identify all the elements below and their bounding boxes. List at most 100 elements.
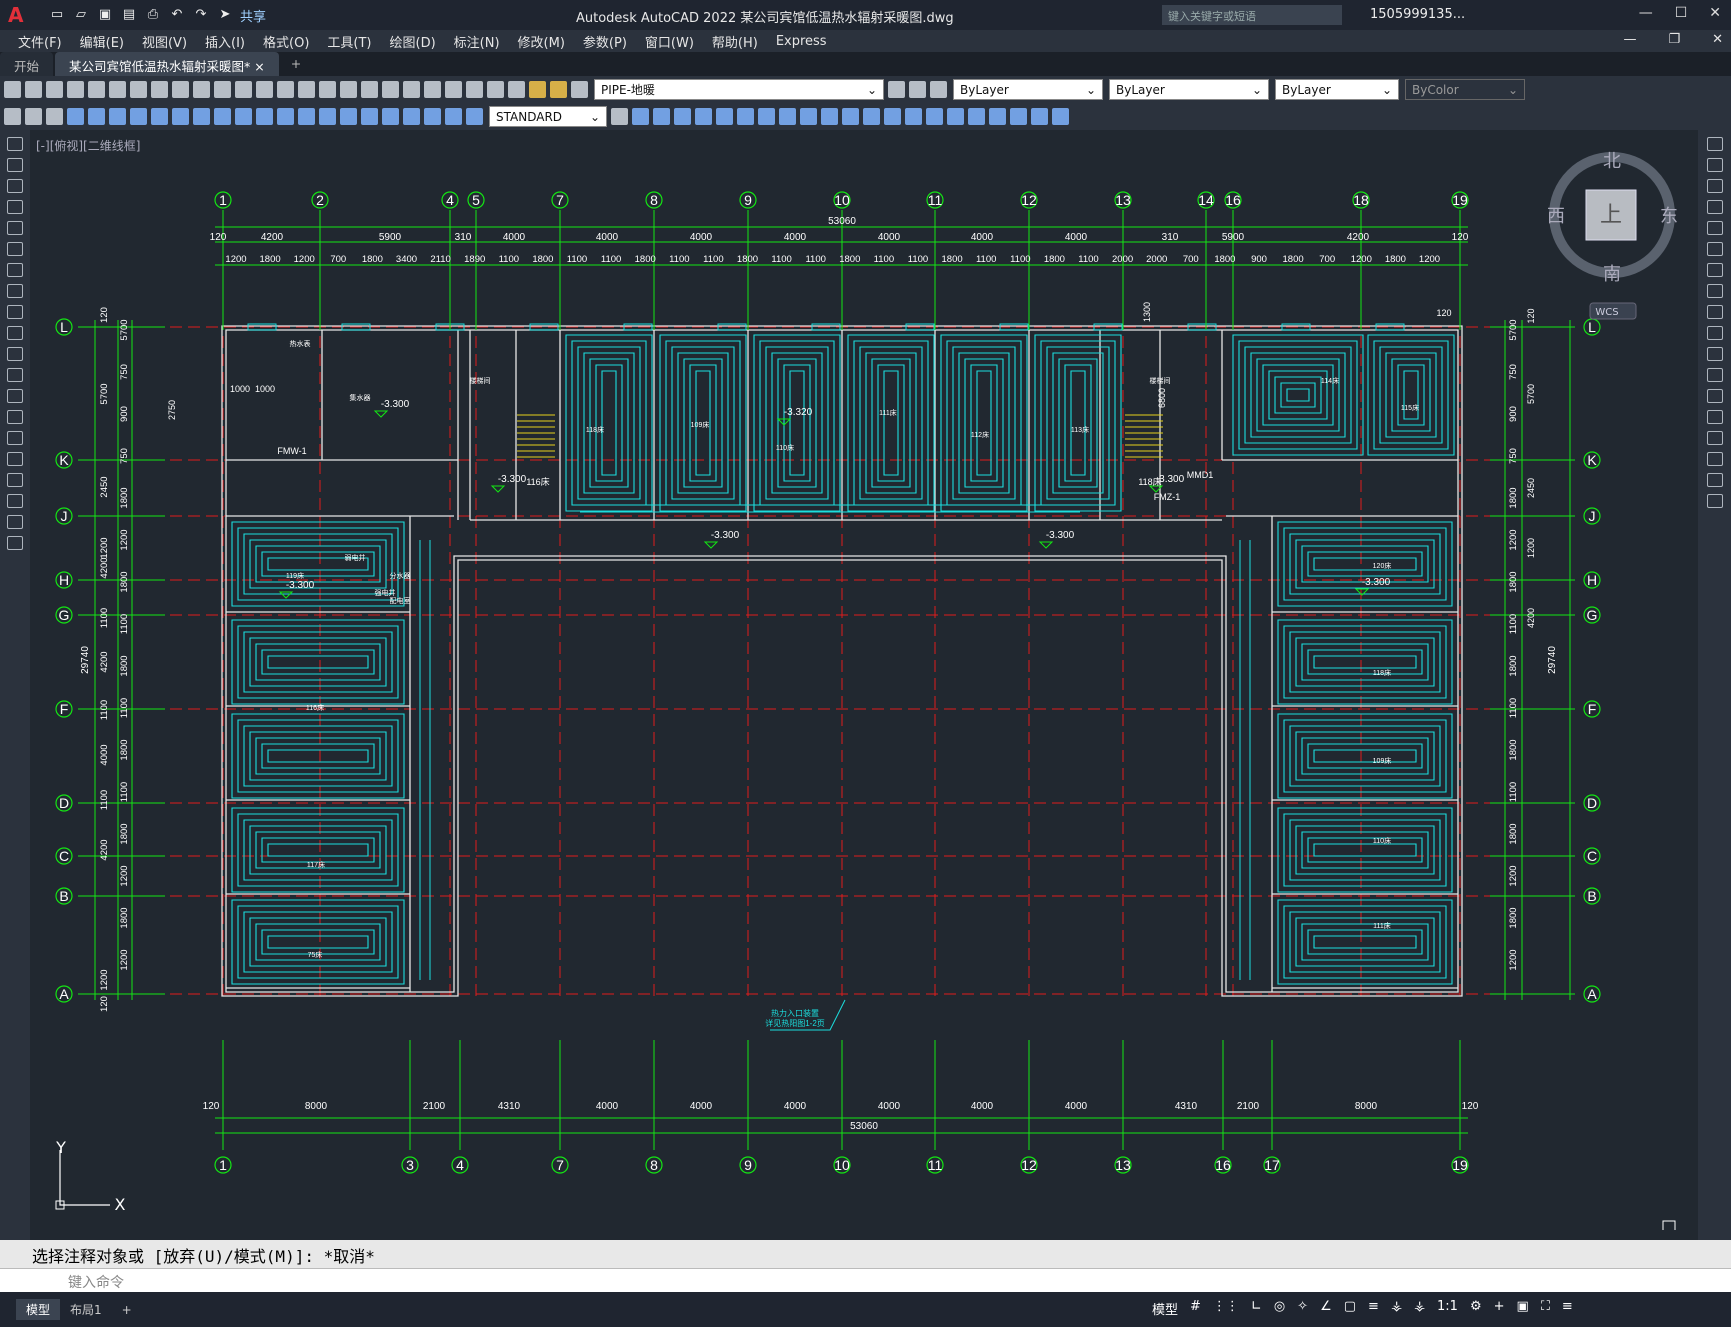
close-icon[interactable]: ✕ <box>1709 5 1721 21</box>
visual-style-icon[interactable] <box>947 108 964 125</box>
tab-model[interactable]: 模型 <box>16 1299 61 1320</box>
tool-icon[interactable] <box>4 108 21 125</box>
explode-icon[interactable] <box>1706 494 1723 508</box>
menu-item-4[interactable]: 格式(O) <box>263 32 309 51</box>
ucs-apply-icon[interactable] <box>884 108 901 125</box>
continue-dim-icon[interactable] <box>277 108 294 125</box>
layer-state-icon[interactable] <box>930 81 947 98</box>
zoom-window-icon[interactable] <box>319 81 336 98</box>
break-icon[interactable] <box>1706 389 1723 403</box>
menu-item-0[interactable]: 文件(F) <box>18 32 62 51</box>
help-icon[interactable] <box>487 81 504 98</box>
ucs-object-icon[interactable] <box>716 108 733 125</box>
tab-close-icon[interactable]: × <box>254 59 264 74</box>
mirror-icon[interactable] <box>1706 179 1723 193</box>
open-file-icon[interactable]: ▱ <box>72 7 90 23</box>
baseline-dim-icon[interactable] <box>256 108 273 125</box>
arc-length-icon[interactable] <box>109 108 126 125</box>
visual-style-icon[interactable] <box>968 108 985 125</box>
scale-icon[interactable] <box>1706 284 1723 298</box>
dim-edit-icon[interactable] <box>424 108 441 125</box>
visual-style-icon[interactable] <box>905 108 922 125</box>
line-icon[interactable] <box>7 137 23 151</box>
otrack-icon[interactable]: ∠ <box>1320 1299 1332 1318</box>
copy-icon[interactable] <box>1706 158 1723 172</box>
open-icon[interactable] <box>25 81 42 98</box>
viewcube[interactable]: 上 北 南 东 西 WCS <box>1540 148 1680 338</box>
zoom-previous-icon[interactable] <box>340 81 357 98</box>
paste-icon[interactable] <box>172 81 189 98</box>
stretch-icon[interactable] <box>1706 305 1723 319</box>
markup-icon[interactable] <box>445 81 462 98</box>
add-layout-button[interactable]: + <box>112 1301 142 1319</box>
add-tab-button[interactable]: + <box>281 52 311 76</box>
ucs-zaxis-icon[interactable] <box>779 108 796 125</box>
trim-icon[interactable] <box>1706 326 1723 340</box>
menu-item-6[interactable]: 绘图(D) <box>390 32 436 51</box>
grid-icon[interactable]: # <box>1190 1299 1201 1318</box>
dim-style-icon[interactable] <box>611 108 628 125</box>
new-icon[interactable] <box>4 81 21 98</box>
doc-restore-icon[interactable]: ❐ <box>1668 32 1680 47</box>
gradient-icon[interactable] <box>7 452 23 466</box>
ucs-icon[interactable] <box>632 108 649 125</box>
angular-dim-icon[interactable] <box>214 108 231 125</box>
array-icon[interactable] <box>1706 221 1723 235</box>
zoom-realtime-icon[interactable] <box>298 81 315 98</box>
fillet-icon[interactable] <box>1706 452 1723 466</box>
share-icon[interactable]: ➤ <box>216 7 234 23</box>
polar-icon[interactable]: ◎ <box>1274 1299 1285 1318</box>
ucs-view-icon[interactable] <box>737 108 754 125</box>
copy-icon[interactable] <box>151 81 168 98</box>
undo-icon[interactable]: ↶ <box>168 7 186 23</box>
linear-dim-icon[interactable] <box>67 108 84 125</box>
aligned-dim-icon[interactable] <box>88 108 105 125</box>
ucs-y-icon[interactable] <box>842 108 859 125</box>
inspect-icon[interactable] <box>382 108 399 125</box>
menu-item-10[interactable]: 窗口(W) <box>645 32 694 51</box>
tool-icon[interactable] <box>46 108 63 125</box>
menu-item-11[interactable]: 帮助(H) <box>712 32 758 51</box>
preview-icon[interactable] <box>88 81 105 98</box>
erase-icon[interactable] <box>1706 137 1723 151</box>
make-current-layer-icon[interactable] <box>888 81 905 98</box>
compass-east[interactable]: 东 <box>1660 206 1678 227</box>
polyline-icon[interactable] <box>7 179 23 193</box>
fullscreen-icon[interactable]: ⛶ <box>1541 1299 1550 1318</box>
add-selected-icon[interactable] <box>7 536 23 550</box>
jogged-dim-icon[interactable] <box>172 108 189 125</box>
visual-style-icon[interactable] <box>926 108 943 125</box>
maximize-icon[interactable]: ☐ <box>1675 5 1688 21</box>
model-space-button[interactable]: 模型 <box>1152 1299 1178 1318</box>
plus-icon[interactable]: + <box>1494 1299 1505 1318</box>
publish-icon[interactable] <box>109 81 126 98</box>
share-button[interactable]: 共享 <box>240 6 266 25</box>
menu-item-7[interactable]: 标注(N) <box>454 32 500 51</box>
pan-icon[interactable] <box>277 81 294 98</box>
visual-style-icon[interactable] <box>1031 108 1048 125</box>
minimize-icon[interactable]: — <box>1639 5 1653 21</box>
annotation-scale-button[interactable]: 1:1 <box>1437 1299 1458 1318</box>
plot-icon[interactable]: ⎙ <box>144 7 162 23</box>
mtext-icon[interactable] <box>7 515 23 529</box>
blend-icon[interactable] <box>1706 473 1723 487</box>
layer-dropdown[interactable]: PIPE-地暖 ⌄ <box>594 79 884 100</box>
match-properties-icon[interactable] <box>193 81 210 98</box>
arc-icon[interactable] <box>7 242 23 256</box>
hatch-icon[interactable] <box>7 431 23 445</box>
lineweight-icon[interactable]: ≡ <box>1368 1299 1379 1318</box>
redo-icon[interactable]: ↷ <box>192 7 210 23</box>
make-block-icon[interactable] <box>7 389 23 403</box>
design-center-icon[interactable] <box>382 81 399 98</box>
menu-item-5[interactable]: 工具(T) <box>327 32 371 51</box>
dim-break-icon[interactable] <box>319 108 336 125</box>
layer-properties-icon[interactable] <box>508 81 525 98</box>
extend-icon[interactable] <box>1706 347 1723 361</box>
tab-drawing[interactable]: 某公司宾馆低温热水辐射采暖图* × <box>55 52 279 76</box>
polygon-icon[interactable] <box>7 200 23 214</box>
ellipse-arc-icon[interactable] <box>7 347 23 361</box>
workspace-gear-icon[interactable]: ⚙ <box>1470 1299 1482 1318</box>
ordinate-dim-icon[interactable] <box>130 108 147 125</box>
ucs-x-icon[interactable] <box>821 108 838 125</box>
layer-on-icon[interactable] <box>529 81 546 98</box>
